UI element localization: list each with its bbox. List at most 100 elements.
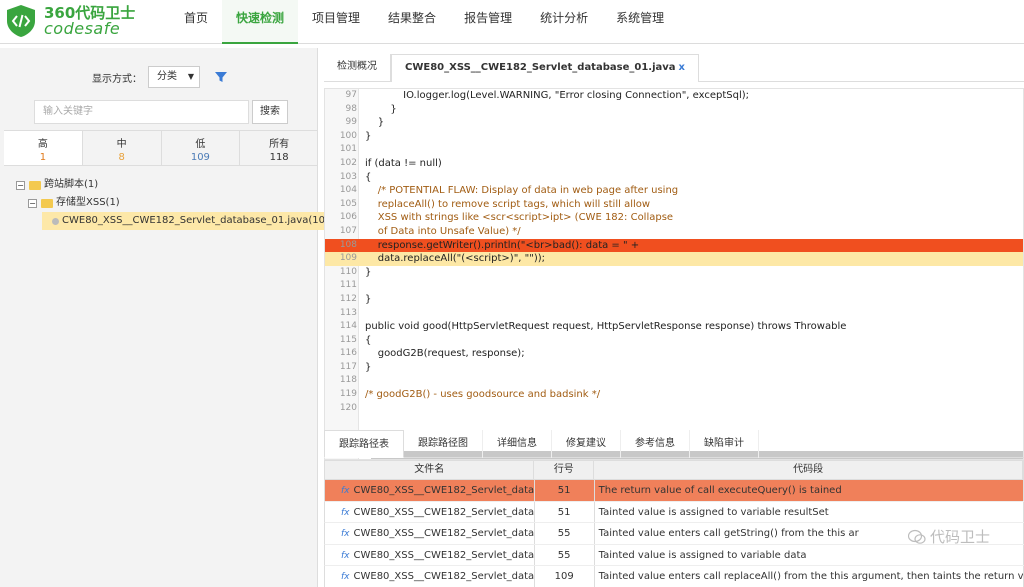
- line-text: XSS with strings like <scr<script>ipt> (…: [365, 212, 674, 224]
- table-row[interactable]: fx CWE80_XSS__CWE182_Servlet_data... 109 Ta…: [324, 566, 1024, 587]
- cell-line: 55: [535, 523, 595, 544]
- cell-file: fx CWE80_XSS__CWE182_Servlet_data...: [325, 544, 535, 565]
- collapse-icon[interactable]: −: [28, 198, 37, 208]
- line-text: }: [365, 103, 397, 115]
- watermark-text: 代码卫士: [929, 528, 990, 546]
- col-file-name[interactable]: 文件名: [325, 461, 535, 479]
- line-number: 103: [339, 171, 357, 182]
- nav-quick-scan[interactable]: 快速检测: [222, 0, 299, 44]
- nav-projects[interactable]: 项目管理: [298, 0, 374, 44]
- nav-results[interactable]: 结果整合: [374, 0, 450, 44]
- keyword-search-input[interactable]: 输入关键字: [34, 100, 249, 124]
- brand-logo[interactable]: 360代码卫士 codesafe: [4, 2, 144, 40]
- line-text: if (data != null): [365, 157, 442, 169]
- severity-tab-low[interactable]: 低 109: [162, 131, 241, 165]
- code-viewer[interactable]: 97 IO.logger.log(Level.WARNING, "Error c…: [324, 88, 1024, 460]
- line-number: 119: [339, 389, 357, 400]
- tab-trace-table[interactable]: 跟踪路径表: [324, 430, 404, 458]
- code-line: 97 IO.logger.log(Level.WARNING, "Error c…: [325, 89, 1023, 103]
- code-line: 102 if (data != null): [325, 157, 1023, 171]
- line-text: }: [365, 117, 385, 129]
- line-number: 106: [339, 212, 357, 223]
- tree-node-label: 存储型XSS(1): [56, 197, 120, 208]
- code-line: 116 goodG2B(request, response);: [325, 347, 1023, 361]
- line-text: }: [365, 361, 372, 373]
- tab-overview[interactable]: 检测概况: [324, 54, 391, 82]
- code-line: 115 {: [325, 334, 1023, 348]
- cell-file: fx CWE80_XSS__CWE182_Servlet_data...: [325, 523, 535, 544]
- cell-file: fx CWE80_XSS__CWE182_Servlet_data...: [325, 480, 535, 501]
- line-number: 117: [339, 361, 357, 372]
- severity-tab-all[interactable]: 所有 118: [240, 131, 318, 165]
- line-number: 110: [339, 266, 357, 277]
- line-text: goodG2B(request, response);: [365, 348, 525, 360]
- filter-icon[interactable]: [214, 70, 228, 84]
- severity-label: 低: [195, 139, 206, 150]
- tab-source-file[interactable]: CWE80_XSS__CWE182_Servlet_database_01.ja…: [391, 54, 699, 82]
- severity-tab-high[interactable]: 高 1: [4, 131, 83, 165]
- tree-leaf-label: CWE80_XSS__CWE182_Servlet_database_01.ja…: [62, 215, 336, 226]
- nav-home[interactable]: 首页: [170, 0, 222, 44]
- function-icon: fx: [341, 550, 350, 561]
- nav-reports[interactable]: 报告管理: [450, 0, 526, 44]
- code-line: 100}: [325, 130, 1023, 144]
- line-number: 113: [339, 307, 357, 318]
- line-number: 108: [339, 239, 357, 250]
- tree-node-stored-xss[interactable]: − 存储型XSS(1): [16, 194, 337, 212]
- tab-source-file-label: CWE80_XSS__CWE182_Servlet_database_01.ja…: [405, 62, 676, 73]
- close-tab-icon[interactable]: x: [679, 62, 685, 73]
- function-icon: fx: [341, 529, 350, 539]
- line-text: }: [365, 293, 372, 305]
- function-icon: fx: [341, 486, 350, 496]
- tree-node-xss[interactable]: − 跨站脚本(1): [16, 176, 337, 194]
- severity-tab-medium[interactable]: 中 8: [83, 131, 162, 165]
- bottom-tabs: 跟踪路径表 跟踪路径图 详细信息 修复建议 参考信息 缺陷审计: [324, 430, 1024, 458]
- code-line: 101: [325, 143, 1023, 157]
- table-row[interactable]: fx CWE80_XSS__CWE182_Servlet_data... 55 Tai…: [324, 544, 1024, 566]
- tab-trace-graph[interactable]: 跟踪路径图: [404, 430, 483, 458]
- col-line-number[interactable]: 行号: [534, 461, 595, 479]
- tree-leaf-file[interactable]: CWE80_XSS__CWE182_Servlet_database_01.ja…: [42, 212, 338, 230]
- line-number: 115: [339, 334, 357, 345]
- line-text: IO.logger.log(Level.WARNING, "Error clos…: [365, 90, 750, 101]
- col-code-snippet[interactable]: 代码段: [594, 461, 1023, 479]
- cell-code: The return value of call executeQuery() …: [595, 480, 1024, 501]
- severity-count: 8: [118, 152, 125, 163]
- cell-code: Tainted value is assigned to variable da…: [595, 544, 1024, 565]
- cell-line: 51: [535, 480, 595, 501]
- line-text: response.getWriter().println("<br>bad():…: [365, 239, 640, 251]
- line-text: }: [365, 130, 372, 142]
- line-text: /* goodG2B() - uses goodsource and badsi…: [365, 389, 601, 401]
- line-number: 100: [339, 130, 357, 141]
- table-header: 文件名 行号 代码段: [324, 460, 1024, 480]
- wechat-icon: [907, 529, 926, 544]
- brand-subname: codesafe: [44, 19, 121, 38]
- tab-details[interactable]: 详细信息: [483, 430, 552, 458]
- line-number: 114: [339, 321, 357, 332]
- table-row[interactable]: fx CWE80_XSS__CWE182_Servlet_data... 51 The…: [324, 480, 1024, 502]
- severity-label: 高: [37, 139, 48, 150]
- code-line: 109 data.replaceAll("(<script>)", ""));: [325, 252, 1023, 266]
- code-line: 113: [325, 307, 1023, 321]
- function-icon: fx: [341, 507, 350, 518]
- tab-defect-audit[interactable]: 缺陷审计: [690, 430, 759, 458]
- nav-statistics[interactable]: 统计分析: [526, 0, 602, 44]
- tab-fix-advice[interactable]: 修复建议: [552, 430, 621, 458]
- code-line: 111: [325, 279, 1023, 293]
- tree-node-file: CWE80_XSS__CWE182_Servlet_database_01.ja…: [16, 212, 338, 230]
- search-button[interactable]: 搜索: [252, 100, 288, 124]
- display-mode-label: 显示方式：: [92, 73, 142, 85]
- code-line: 114 public void good(HttpServletRequest r…: [325, 320, 1023, 334]
- tab-references[interactable]: 参考信息: [621, 430, 690, 458]
- severity-label: 所有: [269, 139, 290, 150]
- display-mode-select[interactable]: 分类 ▼: [148, 66, 200, 88]
- line-number: 101: [339, 144, 357, 155]
- line-text: of Data into Unsafe Value) */: [365, 225, 521, 237]
- display-mode-value: 分类: [157, 71, 177, 82]
- table-row[interactable]: fx CWE80_XSS__CWE182_Servlet_data... 51 Tai…: [324, 501, 1024, 523]
- collapse-icon[interactable]: −: [16, 180, 25, 190]
- line-text: /* POTENTIAL FLAW: Display of data in we…: [365, 185, 679, 197]
- nav-system[interactable]: 系统管理: [602, 0, 678, 44]
- code-line: 108 response.getWriter().println("<br>ba…: [325, 238, 1023, 253]
- code-line: 119 /* goodG2B() - uses goodsource and ba…: [325, 388, 1023, 402]
